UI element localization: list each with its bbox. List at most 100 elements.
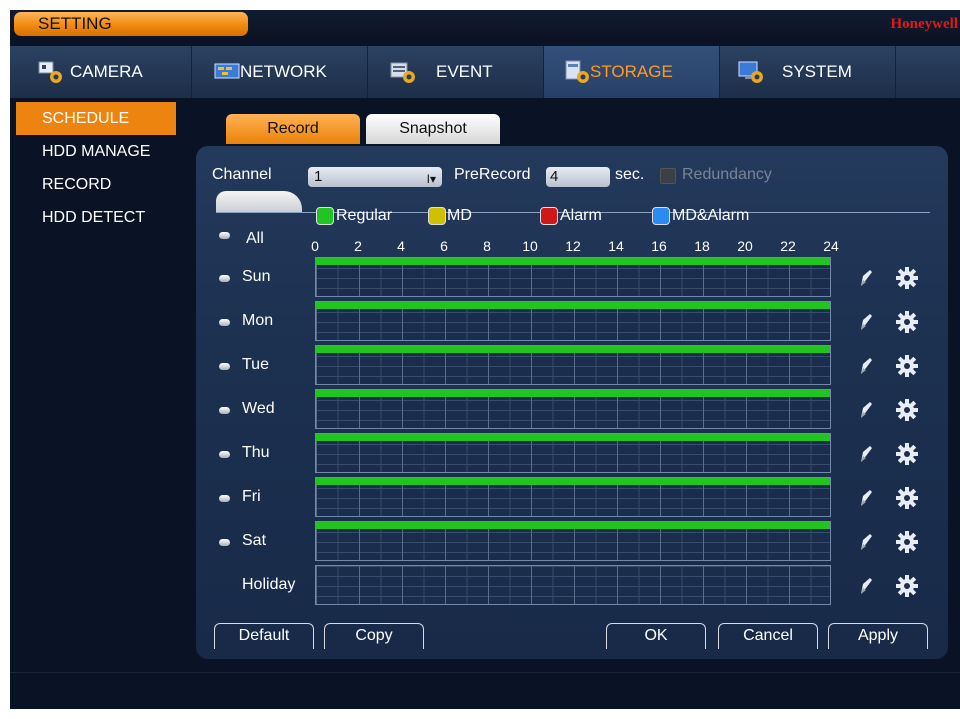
legend-regular-label: Regular <box>336 207 393 224</box>
day-radio-fri[interactable] <box>219 495 230 502</box>
redundancy-checkbox[interactable] <box>660 168 676 184</box>
legend-alarm-swatch <box>540 207 558 225</box>
nav-tab-event[interactable]: EVENT <box>368 46 544 98</box>
pencil-icon[interactable] <box>858 312 874 332</box>
dvr-settings-window: SETTING Honeywell CAMERA NETWORK EVENT S… <box>10 10 960 709</box>
all-days-radio[interactable] <box>219 232 230 239</box>
hour-label: 22 <box>780 238 796 254</box>
day-radio-wed[interactable] <box>219 407 230 414</box>
event-icon <box>390 62 415 83</box>
sidebar-item-hdd-detect[interactable]: HDD DETECT <box>16 201 176 234</box>
gear-icon[interactable] <box>896 487 918 509</box>
nav-tab-event-label: EVENT <box>436 62 493 81</box>
day-label-fri: Fri <box>242 488 261 505</box>
hour-label: 14 <box>608 238 624 254</box>
ok-button[interactable]: OK <box>606 623 706 649</box>
legend-md-alarm-swatch <box>652 207 670 225</box>
legend-md-swatch <box>428 207 446 225</box>
sidebar-item-schedule[interactable]: SCHEDULE <box>16 102 176 135</box>
sidebar: SCHEDULE HDD MANAGE RECORD HDD DETECT <box>10 102 180 234</box>
network-icon <box>214 63 240 79</box>
nav-tab-storage[interactable]: STORAGE <box>544 46 720 98</box>
hour-label: 4 <box>397 238 405 254</box>
sidebar-item-record[interactable]: RECORD <box>16 168 176 201</box>
nav-tab-network-label: NETWORK <box>240 62 327 81</box>
day-label-mon: Mon <box>242 312 274 329</box>
regular-record-fill <box>316 478 830 485</box>
brand-logo: Honeywell <box>890 16 959 32</box>
day-radio-sat[interactable] <box>219 539 230 546</box>
legend-alarm-label: Alarm <box>560 207 602 224</box>
day-schedule-bar-fri[interactable] <box>315 477 831 517</box>
regular-record-fill <box>316 434 830 441</box>
pencil-icon[interactable] <box>858 400 874 420</box>
legend-md-alarm-label: MD&Alarm <box>672 207 750 224</box>
sec-label: sec. <box>615 166 645 183</box>
day-schedule-bar-mon[interactable] <box>315 301 831 341</box>
hour-label: 12 <box>565 238 581 254</box>
storage-icon <box>565 60 589 83</box>
day-schedule-bar-thu[interactable] <box>315 433 831 473</box>
nav-tab-camera[interactable]: CAMERA <box>16 46 192 98</box>
top-nav: CAMERA NETWORK EVENT STORAGE SYSTEM <box>10 46 960 98</box>
day-schedule-bar-tue[interactable] <box>315 345 831 385</box>
hour-label: 10 <box>522 238 538 254</box>
default-button[interactable]: Default <box>214 623 314 649</box>
pencil-icon[interactable] <box>858 576 874 596</box>
gear-icon[interactable] <box>896 355 918 377</box>
nav-tab-storage-label: STORAGE <box>590 62 673 81</box>
day-radio-sun[interactable] <box>219 275 230 282</box>
pencil-icon[interactable] <box>858 268 874 288</box>
nav-tab-system-label: SYSTEM <box>782 62 852 81</box>
hour-label: 6 <box>440 238 448 254</box>
gear-icon[interactable] <box>896 575 918 597</box>
legend-regular-swatch <box>316 207 334 225</box>
day-schedule-bar-sat[interactable] <box>315 521 831 561</box>
redundancy-label: Redundancy <box>682 166 772 183</box>
legend-md-label: MD <box>447 207 472 224</box>
hour-label: 8 <box>483 238 491 254</box>
nav-tab-system[interactable]: SYSTEM <box>720 46 896 98</box>
hour-label: 20 <box>737 238 753 254</box>
sidebar-item-hdd-manage[interactable]: HDD MANAGE <box>16 135 176 168</box>
tab-snapshot[interactable]: Snapshot <box>366 114 500 144</box>
apply-button[interactable]: Apply <box>828 623 928 649</box>
hour-label: 2 <box>354 238 362 254</box>
day-schedule-bar-sun[interactable] <box>315 257 831 297</box>
tab-record[interactable]: Record <box>226 114 360 144</box>
pencil-icon[interactable] <box>858 532 874 552</box>
day-label-thu: Thu <box>242 444 270 461</box>
pencil-icon[interactable] <box>858 488 874 508</box>
pencil-icon[interactable] <box>858 444 874 464</box>
chevron-down-icon: I▾ <box>426 172 436 186</box>
system-icon <box>738 61 763 83</box>
hour-label: 16 <box>651 238 667 254</box>
pencil-icon[interactable] <box>858 356 874 376</box>
day-label-sat: Sat <box>242 532 267 549</box>
gear-icon[interactable] <box>896 399 918 421</box>
day-radio-thu[interactable] <box>219 451 230 458</box>
gear-icon[interactable] <box>896 443 918 465</box>
day-schedule-bar-wed[interactable] <box>315 389 831 429</box>
prerecord-input[interactable]: 4 <box>546 167 610 187</box>
nav-tab-network[interactable]: NETWORK <box>192 46 368 98</box>
schedule-period-tab[interactable] <box>216 191 302 213</box>
channel-value: 1 <box>314 168 323 185</box>
nav-tab-camera-label: CAMERA <box>70 62 143 81</box>
hour-label: 18 <box>694 238 710 254</box>
gear-icon[interactable] <box>896 267 918 289</box>
window-title: SETTING <box>14 12 248 36</box>
regular-record-fill <box>316 346 830 353</box>
camera-settings-icon <box>38 61 62 83</box>
gear-icon[interactable] <box>896 311 918 333</box>
all-days-label: All <box>246 230 264 247</box>
copy-button[interactable]: Copy <box>324 623 424 649</box>
regular-record-fill <box>316 302 830 309</box>
cancel-button[interactable]: Cancel <box>718 623 818 649</box>
day-radio-mon[interactable] <box>219 319 230 326</box>
channel-select[interactable]: 1 I▾ <box>308 167 442 187</box>
title-bar: SETTING Honeywell <box>10 10 960 40</box>
day-radio-tue[interactable] <box>219 363 230 370</box>
day-schedule-bar-holiday[interactable] <box>315 565 831 605</box>
gear-icon[interactable] <box>896 531 918 553</box>
